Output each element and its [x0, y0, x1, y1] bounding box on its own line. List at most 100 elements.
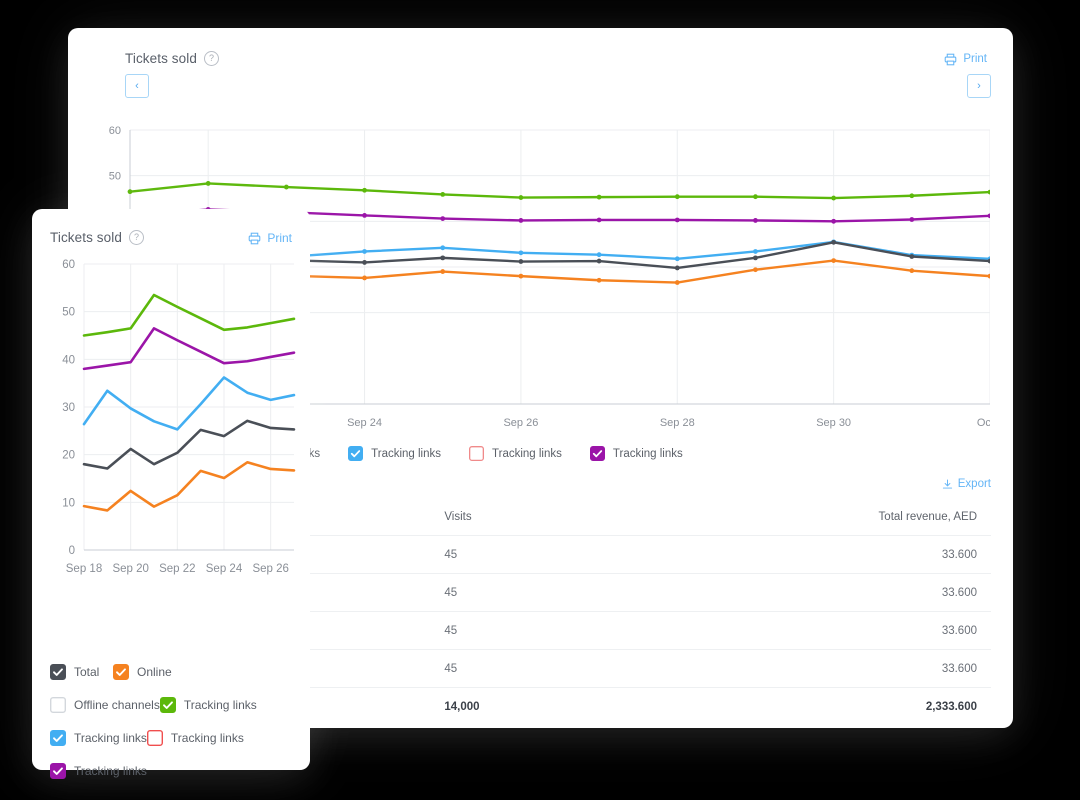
- column-header-total-revenue[interactable]: Total revenue, AED: [685, 498, 991, 536]
- chevron-left-icon: ‹: [135, 81, 139, 92]
- chart-data-point[interactable]: [831, 258, 836, 263]
- chart-data-point[interactable]: [440, 192, 445, 197]
- table-cell: 33.600: [685, 536, 991, 574]
- chart-data-point[interactable]: [831, 196, 836, 201]
- legend-checkbox[interactable]: [147, 730, 163, 746]
- prev-period-button[interactable]: ‹: [125, 74, 149, 98]
- chart-data-point[interactable]: [988, 274, 990, 279]
- x-axis-tick-label: Sep 26: [503, 417, 538, 429]
- chart-data-point[interactable]: [519, 259, 524, 264]
- chart-data-point[interactable]: [362, 213, 367, 218]
- legend-item-tracking-links-3[interactable]: Tracking links: [160, 697, 280, 713]
- legend-item-tracking-links-3[interactable]: Tracking links: [469, 446, 562, 461]
- chart-data-point[interactable]: [597, 259, 602, 264]
- legend-checkbox[interactable]: [50, 697, 66, 713]
- chart-data-point[interactable]: [597, 252, 602, 257]
- print-button[interactable]: Print: [944, 53, 987, 66]
- chart-data-point[interactable]: [988, 190, 990, 195]
- legend-item-total-0[interactable]: Total: [50, 664, 113, 680]
- legend-item-tracking-links-4[interactable]: Tracking links: [50, 730, 147, 746]
- chart-data-point[interactable]: [753, 194, 758, 199]
- chart-data-point[interactable]: [128, 189, 133, 194]
- legend-checkbox[interactable]: [160, 697, 176, 713]
- front-chart-svg: 6050403020100Sep 18Sep 20Sep 22Sep 24Sep…: [48, 256, 296, 586]
- chart-data-point[interactable]: [988, 213, 990, 218]
- legend-item-offline-channels-2[interactable]: Offline channels: [50, 697, 160, 713]
- chart-data-point[interactable]: [675, 218, 680, 223]
- chart-data-point[interactable]: [831, 219, 836, 224]
- chart-data-point[interactable]: [753, 267, 758, 272]
- chart-data-point[interactable]: [440, 245, 445, 250]
- legend-item-online-1[interactable]: Online: [113, 664, 191, 680]
- table-cell: 45: [387, 650, 684, 688]
- chart-data-point[interactable]: [519, 218, 524, 223]
- legend-item-label: Online: [137, 665, 172, 679]
- chart-data-point[interactable]: [284, 185, 289, 190]
- chart-data-point[interactable]: [597, 218, 602, 223]
- chart-data-point[interactable]: [753, 249, 758, 254]
- export-button[interactable]: Export: [942, 478, 991, 490]
- chart-data-point[interactable]: [831, 240, 836, 245]
- front-print-button[interactable]: Print: [248, 231, 292, 245]
- chart-series-line[interactable]: [84, 295, 294, 336]
- chart-data-point[interactable]: [519, 250, 524, 255]
- x-axis-tick-label: Sep 26: [252, 563, 288, 575]
- x-axis-tick-label: Sep 18: [66, 563, 102, 575]
- empty-checkbox-icon: [469, 446, 484, 461]
- legend-item-tracking-links-4[interactable]: Tracking links: [590, 446, 683, 461]
- chart-data-point[interactable]: [753, 218, 758, 223]
- chart-series-line[interactable]: [84, 377, 294, 429]
- x-axis-tick-label: Sep 30: [816, 417, 851, 429]
- chart-data-point[interactable]: [440, 216, 445, 221]
- chart-nav-row: ‹ ›: [125, 74, 991, 104]
- legend-checkbox[interactable]: [50, 763, 66, 779]
- table-cell: 33.600: [685, 612, 991, 650]
- chart-series-line[interactable]: [84, 462, 294, 510]
- legend-checkbox[interactable]: [50, 664, 66, 680]
- chart-series-line[interactable]: [84, 421, 294, 469]
- next-period-button[interactable]: ›: [967, 74, 991, 98]
- question-circle-icon[interactable]: ?: [204, 51, 219, 66]
- chart-data-point[interactable]: [909, 254, 914, 259]
- chart-data-point[interactable]: [675, 256, 680, 261]
- y-axis-tick-label: 60: [109, 125, 121, 137]
- legend-item-tracking-links-6[interactable]: Tracking links: [50, 763, 147, 779]
- chart-data-point[interactable]: [909, 193, 914, 198]
- chart-data-point[interactable]: [597, 195, 602, 200]
- legend-item-tracking-links-5[interactable]: Tracking links: [147, 730, 267, 746]
- y-axis-tick-label: 50: [62, 307, 75, 319]
- chart-data-point[interactable]: [206, 181, 211, 186]
- chart-data-point[interactable]: [362, 260, 367, 265]
- chart-data-point[interactable]: [440, 255, 445, 260]
- chart-data-point[interactable]: [675, 266, 680, 271]
- chart-data-point[interactable]: [753, 255, 758, 260]
- chart-data-point[interactable]: [362, 249, 367, 254]
- chart-data-point[interactable]: [519, 274, 524, 279]
- legend-checkbox[interactable]: [469, 446, 484, 461]
- chart-series-line[interactable]: [130, 183, 990, 198]
- front-line-chart[interactable]: 6050403020100Sep 18Sep 20Sep 22Sep 24Sep…: [48, 256, 296, 586]
- y-axis-tick-label: 40: [62, 354, 75, 366]
- y-axis-tick-label: 50: [109, 171, 121, 183]
- chart-data-point[interactable]: [675, 280, 680, 285]
- chart-data-point[interactable]: [597, 278, 602, 283]
- question-circle-icon[interactable]: ?: [129, 230, 144, 245]
- chart-data-point[interactable]: [362, 188, 367, 193]
- print-button-label: Print: [963, 53, 987, 65]
- legend-checkbox[interactable]: [113, 664, 129, 680]
- chart-data-point[interactable]: [909, 268, 914, 273]
- chart-data-point[interactable]: [909, 217, 914, 222]
- chart-data-point[interactable]: [675, 194, 680, 199]
- chart-data-point[interactable]: [362, 276, 367, 281]
- download-icon: [942, 479, 953, 490]
- legend-checkbox[interactable]: [348, 446, 363, 461]
- column-header-visits[interactable]: Visits: [387, 498, 684, 536]
- chart-data-point[interactable]: [519, 195, 524, 200]
- table-cell: 45: [387, 536, 684, 574]
- legend-checkbox[interactable]: [590, 446, 605, 461]
- chart-series-line[interactable]: [84, 328, 294, 369]
- legend-item-tracking-links-2[interactable]: Tracking links: [348, 446, 441, 461]
- x-axis-tick-label: Sep 20: [112, 563, 148, 575]
- chart-data-point[interactable]: [440, 269, 445, 274]
- legend-checkbox[interactable]: [50, 730, 66, 746]
